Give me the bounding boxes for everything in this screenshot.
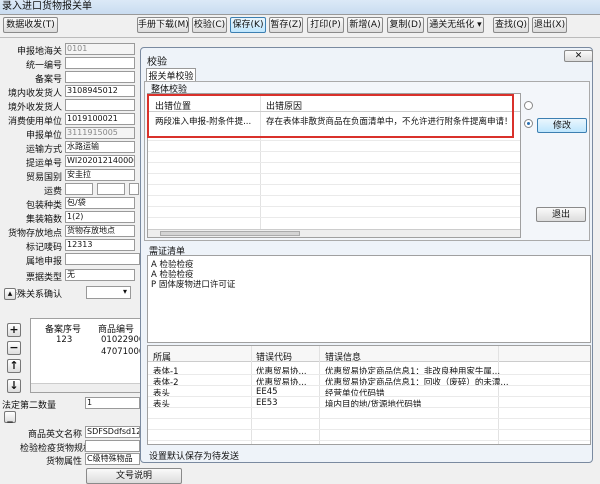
field-label: 运输方式 xyxy=(25,145,62,155)
goods-field-label: 法定第二数量 xyxy=(1,401,56,411)
cell: 123 xyxy=(56,335,73,345)
field-label: 集装箱数 xyxy=(25,215,62,225)
window-title: 录入进口货物报关单 xyxy=(0,0,600,14)
field-input[interactable]: 3111915005 xyxy=(65,127,135,139)
field-input[interactable] xyxy=(65,71,135,83)
field-label: 属地申报 xyxy=(25,257,62,267)
divider xyxy=(0,37,600,38)
field-input[interactable] xyxy=(129,183,139,195)
field-label: 境内收发货人 xyxy=(7,89,62,99)
modify-button[interactable]: 修改 xyxy=(537,118,587,133)
field-label: 运费 xyxy=(43,187,62,197)
print-button[interactable]: 打印(P) xyxy=(307,17,344,33)
goods-field-input[interactable]: SDFSDdfsd12 xyxy=(85,426,140,438)
column-header[interactable]: 备案序号 xyxy=(45,322,81,335)
field-input[interactable] xyxy=(65,99,135,111)
field-label: 货物存放地点 xyxy=(7,229,62,239)
field-label: 统一编号 xyxy=(25,61,62,71)
field-input[interactable]: 安圭拉 xyxy=(65,169,135,181)
field-label: 境外收发货人 xyxy=(7,103,62,113)
field-label: 消费使用单位 xyxy=(7,117,62,127)
goods-field-input[interactable]: 1 xyxy=(85,397,140,409)
move-down-button[interactable]: ↓ xyxy=(7,379,21,393)
goods-field-label: 商品英文名称 xyxy=(27,430,82,440)
tab-declaration-check[interactable]: 报关单校验 xyxy=(146,68,196,82)
expand-button[interactable]: ▴ xyxy=(4,288,16,300)
error-grid[interactable]: 所属 错误代码 错误信息 表体-1 优惠贸易协... 优惠贸易协定商品信息1：非改良… xyxy=(147,345,591,445)
horizontal-scrollbar[interactable] xyxy=(31,383,141,392)
field-input[interactable] xyxy=(97,183,125,195)
column-header[interactable]: 商品编号 xyxy=(98,322,134,335)
field-label: 包装种类 xyxy=(25,201,62,211)
add-row-button[interactable]: + xyxy=(7,323,21,337)
field-label: 标记唛码 xyxy=(25,243,62,253)
field-label: 票据类型 xyxy=(25,273,62,283)
field-input[interactable] xyxy=(65,57,135,69)
field-input[interactable] xyxy=(65,183,93,195)
field-input[interactable] xyxy=(65,253,140,265)
goods-field-input[interactable]: C级特殊物品 xyxy=(85,453,140,465)
field-input[interactable]: 包/袋 xyxy=(65,197,135,209)
radio-option-selected[interactable] xyxy=(524,119,533,128)
manual-download-button[interactable]: 手册下载(M) xyxy=(137,17,189,33)
field-input[interactable]: WI2020121400001 xyxy=(65,155,135,167)
move-up-button[interactable]: ↑ xyxy=(7,359,21,373)
dialog-title: 校验 xyxy=(147,57,167,68)
field-label: 提运单号 xyxy=(25,159,62,169)
goods-field-label: 检验检疫货物规格 xyxy=(20,444,93,454)
error-highlight-box xyxy=(147,94,514,138)
data-exchange-button[interactable]: 数据收发(T) xyxy=(3,17,58,33)
divider xyxy=(0,14,600,15)
radio-option[interactable] xyxy=(524,101,533,110)
column-header[interactable]: 所属 xyxy=(153,350,171,363)
new-button[interactable]: 新增(A) xyxy=(347,17,383,33)
field-input[interactable]: 3108945012 xyxy=(65,85,135,97)
field-input[interactable]: 0101 xyxy=(65,43,135,55)
field-input[interactable]: 水路运输 xyxy=(65,141,135,153)
goods-doc-button[interactable]: 文号说明 xyxy=(86,468,182,484)
cell: 47071000 xyxy=(101,347,145,357)
goods-table[interactable]: 备案序号 商品编号 123 01022900 47071000 xyxy=(30,318,145,393)
field-label: 申报单位 xyxy=(25,131,62,141)
save-button[interactable]: 保存(K) xyxy=(230,17,266,33)
field-input[interactable]: 货物存放地点 xyxy=(65,225,135,237)
goods-field-input[interactable] xyxy=(85,440,140,452)
cell: 01022900 xyxy=(101,335,145,345)
column-header[interactable]: 错误代码 xyxy=(256,350,292,363)
paperless-dropdown-button[interactable]: 通关无纸化 ▾ xyxy=(427,17,484,33)
special-relation-dropdown[interactable]: ▾ xyxy=(86,286,131,299)
column-header[interactable]: 错误信息 xyxy=(325,350,361,363)
status-text: 设置默认保存为待发送 xyxy=(149,452,240,462)
field-input[interactable]: 无 xyxy=(65,269,135,281)
error-message[interactable]: 境内目的地/货源地代码错 xyxy=(325,398,421,410)
horizontal-scrollbar[interactable] xyxy=(148,229,520,237)
temp-save-button[interactable]: 暂存(Z) xyxy=(269,17,303,33)
field-input[interactable]: 1(2) xyxy=(65,211,135,223)
exit-button[interactable]: 退出 xyxy=(536,207,586,222)
field-label: 备案号 xyxy=(34,75,62,85)
goods-field-label: 货物属性 xyxy=(45,457,82,467)
remove-row-button[interactable]: − xyxy=(7,341,21,355)
cert-list[interactable]: A 检验检疫 A 检验检疫 P 固体废物进口许可证 xyxy=(147,255,591,343)
exit-button[interactable]: 退出(X) xyxy=(532,17,567,33)
find-button[interactable]: 查找(Q) xyxy=(493,17,529,33)
validation-dialog: 校验 ✕ 报关单校验 整体校验 出错位置 出错原因 两段准入申报-附条件提...… xyxy=(140,47,593,463)
field-label: 贸易国别 xyxy=(25,173,62,183)
field-input[interactable]: 1019100021 xyxy=(65,113,135,125)
error-owner[interactable]: 表头 xyxy=(153,398,170,410)
collapse-button[interactable]: _ xyxy=(4,411,16,423)
field-input[interactable]: 12313 xyxy=(65,239,135,251)
close-icon[interactable]: ✕ xyxy=(564,50,593,62)
cert-item[interactable]: P 固体废物进口许可证 xyxy=(151,278,235,290)
copy-button[interactable]: 复制(D) xyxy=(387,17,424,33)
field-label: 申报地海关 xyxy=(16,47,62,57)
validate-button[interactable]: 校验(C) xyxy=(192,17,227,33)
